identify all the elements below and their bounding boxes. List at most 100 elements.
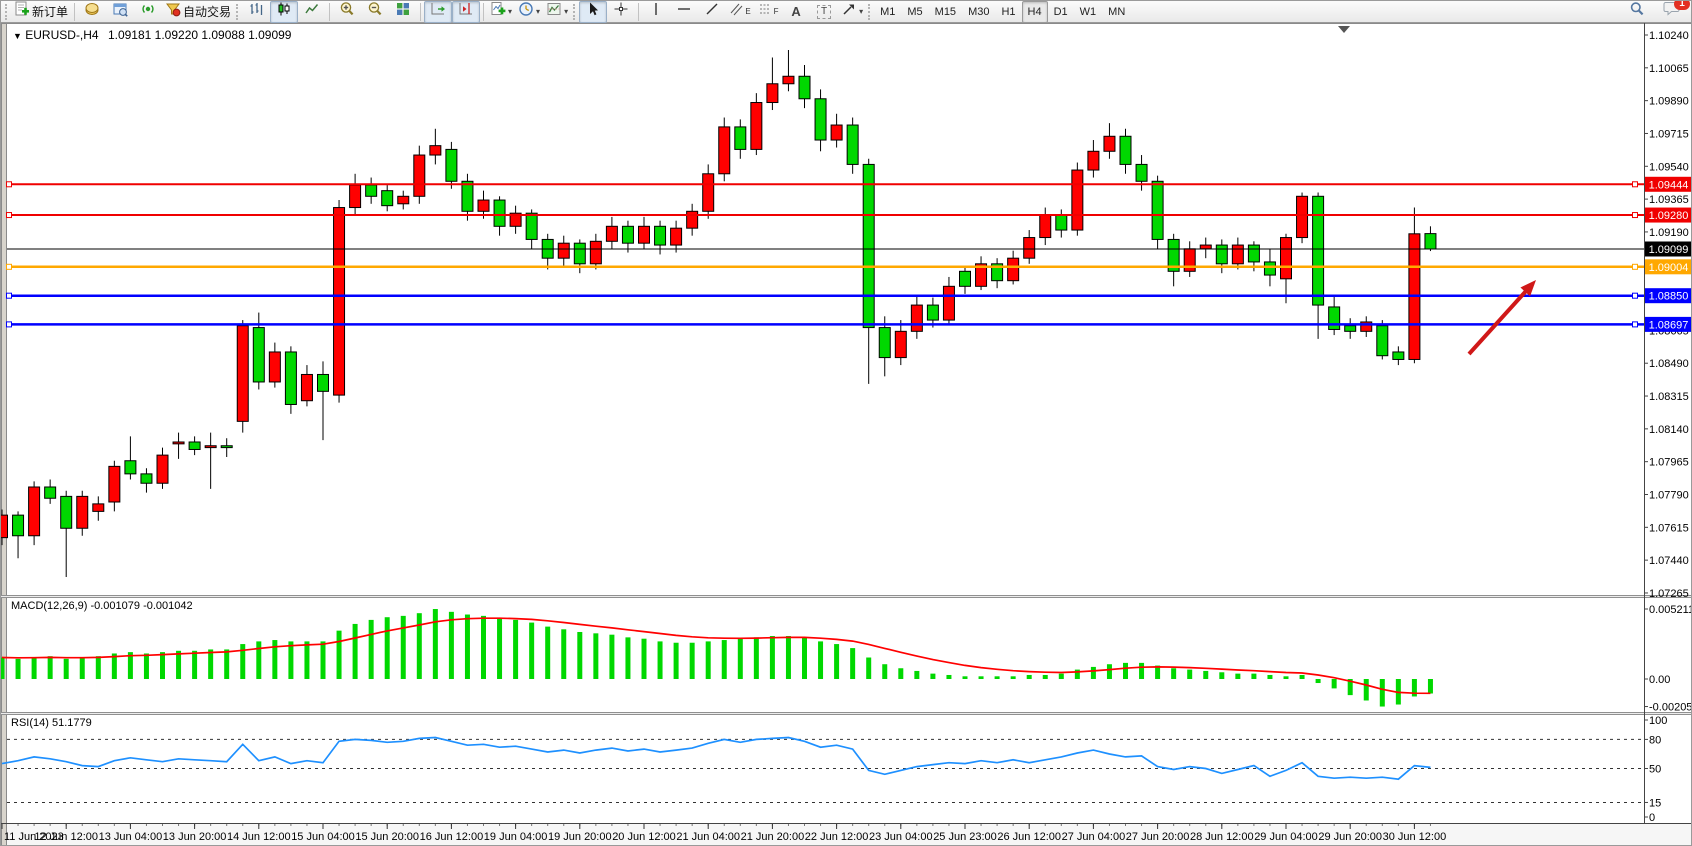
line-chart-button[interactable] — [298, 1, 326, 23]
candle — [45, 487, 56, 498]
candle — [1024, 238, 1035, 259]
candle — [93, 504, 104, 512]
crosshair-tool-button[interactable] — [607, 1, 635, 23]
text-tool-button[interactable]: A — [782, 1, 810, 23]
cursor-tool-button[interactable] — [579, 1, 607, 23]
candle — [1152, 181, 1163, 239]
candle — [1216, 245, 1227, 264]
macd-bar — [850, 648, 855, 679]
macd-bar — [160, 652, 165, 679]
chart-title: ▼ EURUSD-,H4 1.09181 1.09220 1.09088 1.0… — [13, 28, 291, 42]
macd-bar — [802, 637, 807, 679]
market-watch-button[interactable] — [78, 1, 106, 23]
periods-button[interactable]: ▾ — [515, 1, 543, 23]
line-anchor-handle[interactable] — [7, 293, 12, 298]
time-axis-label: 16 Jun 12:00 — [420, 831, 484, 843]
timeframe-button-M1[interactable]: M1 — [874, 1, 901, 23]
candle — [285, 352, 296, 405]
price-line-badge: 1.08697 — [1645, 317, 1692, 332]
candle — [655, 226, 666, 245]
macd-bar — [465, 615, 470, 679]
auto-scroll-button[interactable] — [424, 1, 452, 23]
data-window-button[interactable] — [106, 1, 134, 23]
svg-text:15: 15 — [1649, 797, 1661, 809]
timeframe-button-D1[interactable]: D1 — [1048, 1, 1074, 23]
candle — [1329, 307, 1340, 330]
macd-bar — [914, 671, 919, 679]
candlestick-chart-button[interactable] — [270, 1, 298, 23]
templates-button[interactable]: ▾ — [543, 1, 571, 23]
svg-text:1.08490: 1.08490 — [1649, 358, 1689, 370]
time-axis-label: 15 Jun 20:00 — [355, 831, 419, 843]
candle — [478, 200, 489, 211]
candle — [157, 455, 168, 483]
macd-bar — [642, 639, 647, 679]
auto-trading-icon — [165, 1, 181, 22]
indicators-dropdown-caret[interactable]: ▾ — [508, 7, 512, 16]
line-anchor-handle[interactable] — [7, 322, 12, 327]
timeframe-button-MN[interactable]: MN — [1102, 1, 1131, 23]
time-axis-label: 27 Jun 04:00 — [1062, 831, 1126, 843]
templates-dropdown-caret[interactable]: ▾ — [564, 7, 568, 16]
trendline-tool-button[interactable] — [698, 1, 726, 23]
vertical-line-tool-button[interactable] — [642, 1, 670, 23]
zoom-out-button[interactable] — [361, 1, 389, 23]
text-label-glyph: T — [817, 5, 831, 19]
line-anchor-handle[interactable] — [1633, 264, 1638, 269]
auto-trading-label: 自动交易 — [183, 3, 231, 20]
timeframe-button-H1[interactable]: H1 — [995, 1, 1021, 23]
candle — [446, 149, 457, 181]
time-axis-label: 26 Jun 12:00 — [997, 831, 1061, 843]
line-anchor-handle[interactable] — [1633, 182, 1638, 187]
line-anchor-handle[interactable] — [1633, 213, 1638, 218]
chart-canvas[interactable]: 1.102401.100651.098901.097151.095401.093… — [1, 23, 1692, 846]
text-label-tool-button[interactable]: T — [810, 1, 838, 23]
fibonacci-tool-button[interactable]: F — [754, 1, 782, 23]
indicators-button[interactable]: ▾ — [487, 1, 515, 23]
notification-badge[interactable]: 1 — [1674, 0, 1690, 10]
timeframe-button-M5[interactable]: M5 — [901, 1, 928, 23]
line-anchor-handle[interactable] — [1633, 293, 1638, 298]
new-order-button[interactable]: 新订单 — [11, 1, 71, 23]
timeframe-button-H4[interactable]: H4 — [1022, 1, 1048, 23]
timeframe-button-M30[interactable]: M30 — [962, 1, 995, 23]
bar-chart-button[interactable] — [242, 1, 270, 23]
time-axis-label: 15 Jun 04:00 — [291, 831, 355, 843]
arrows-dropdown-caret[interactable]: ▾ — [859, 7, 863, 16]
price-line-badge: 1.08850 — [1645, 288, 1692, 303]
horizontal-line-icon — [676, 1, 692, 22]
horizontal-line-tool-button[interactable] — [670, 1, 698, 23]
line-anchor-handle[interactable] — [7, 213, 12, 218]
toolbar-grip[interactable] — [5, 4, 7, 20]
macd-bar — [529, 623, 534, 679]
svg-text:1.08140: 1.08140 — [1649, 424, 1689, 436]
periods-dropdown-caret[interactable]: ▾ — [536, 7, 540, 16]
candle — [1313, 196, 1324, 305]
macd-bar — [979, 676, 984, 679]
macd-bar — [818, 641, 823, 679]
svg-text:1.09190: 1.09190 — [1649, 227, 1689, 239]
candle — [767, 84, 778, 103]
navigator-button[interactable] — [134, 1, 162, 23]
svg-text:1.09715: 1.09715 — [1649, 128, 1689, 140]
line-anchor-handle[interactable] — [7, 264, 12, 269]
mt4-window: 新订单 自动交易 ▾ ▾ ▾ — [0, 0, 1692, 846]
auto-trading-button[interactable]: 自动交易 — [162, 1, 234, 23]
search-button[interactable] — [1623, 1, 1651, 23]
timeframe-button-M15[interactable]: M15 — [929, 1, 962, 23]
candle — [927, 305, 938, 320]
svg-text:1.10065: 1.10065 — [1649, 63, 1689, 75]
zoom-in-button[interactable] — [333, 1, 361, 23]
line-anchor-handle[interactable] — [1633, 322, 1638, 327]
chart-dropdown-icon[interactable]: ▼ — [13, 31, 22, 41]
macd-bar — [1203, 671, 1208, 679]
line-anchor-handle[interactable] — [7, 182, 12, 187]
arrows-tool-button[interactable]: ▾ — [838, 1, 866, 23]
candle — [398, 196, 409, 204]
tile-windows-button[interactable] — [389, 1, 417, 23]
channel-tool-button[interactable]: E — [726, 1, 754, 23]
candle — [1056, 215, 1067, 230]
notifications-button[interactable]: 1 — [1657, 1, 1685, 23]
chart-shift-button[interactable] — [452, 1, 480, 23]
timeframe-button-W1[interactable]: W1 — [1074, 1, 1103, 23]
